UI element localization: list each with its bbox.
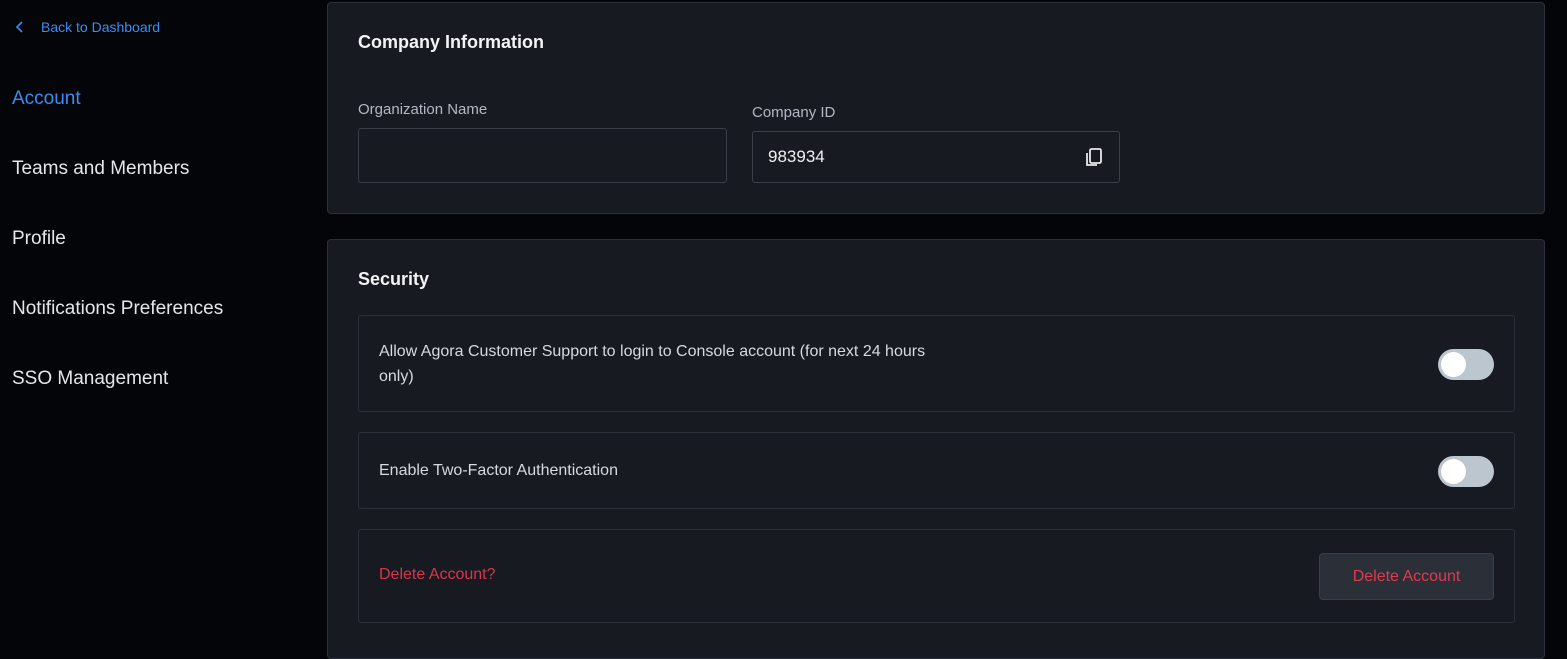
toggle-knob — [1441, 352, 1466, 377]
toggle-knob — [1441, 459, 1466, 484]
chevron-left-icon — [12, 21, 41, 33]
sidebar-item-profile[interactable]: Profile — [12, 227, 66, 251]
company-id-value: 983934 — [768, 147, 825, 166]
two-factor-toggle[interactable] — [1438, 456, 1494, 487]
organization-name-label: Organization Name — [358, 101, 488, 118]
company-id-label: Company ID — [752, 104, 836, 121]
two-factor-label: Enable Two-Factor Authentication — [379, 462, 618, 479]
sidebar-item-sso-management[interactable]: SSO Management — [12, 367, 168, 391]
support-login-toggle[interactable] — [1438, 349, 1494, 380]
copy-icon[interactable] — [1083, 146, 1105, 168]
sidebar-item-account[interactable]: Account — [12, 87, 81, 111]
delete-account-prompt: Delete Account? — [379, 566, 496, 583]
sidebar-item-notifications-preferences[interactable]: Notifications Preferences — [12, 297, 223, 321]
back-to-dashboard-label: Back to Dashboard — [41, 19, 161, 35]
delete-account-button[interactable]: Delete Account — [1319, 553, 1494, 600]
company-id-field: 983934 — [752, 131, 1120, 183]
company-information-title: Company Information — [358, 32, 545, 52]
security-title: Security — [358, 269, 430, 289]
support-login-row: Allow Agora Customer Support to login to… — [358, 315, 1515, 412]
delete-account-row: Delete Account? Delete Account — [358, 529, 1515, 623]
security-card: Security Allow Agora Customer Support to… — [327, 239, 1545, 659]
back-to-dashboard-link[interactable]: Back to Dashboard — [12, 16, 160, 38]
support-login-label: Allow Agora Customer Support to login to… — [379, 343, 926, 385]
sidebar-item-teams-and-members[interactable]: Teams and Members — [12, 157, 189, 181]
organization-name-input[interactable] — [358, 128, 727, 183]
two-factor-row: Enable Two-Factor Authentication — [358, 432, 1515, 509]
company-information-card: Company Information Organization Name Co… — [327, 2, 1545, 214]
settings-sidebar: Back to Dashboard Account Teams and Memb… — [0, 0, 310, 630]
